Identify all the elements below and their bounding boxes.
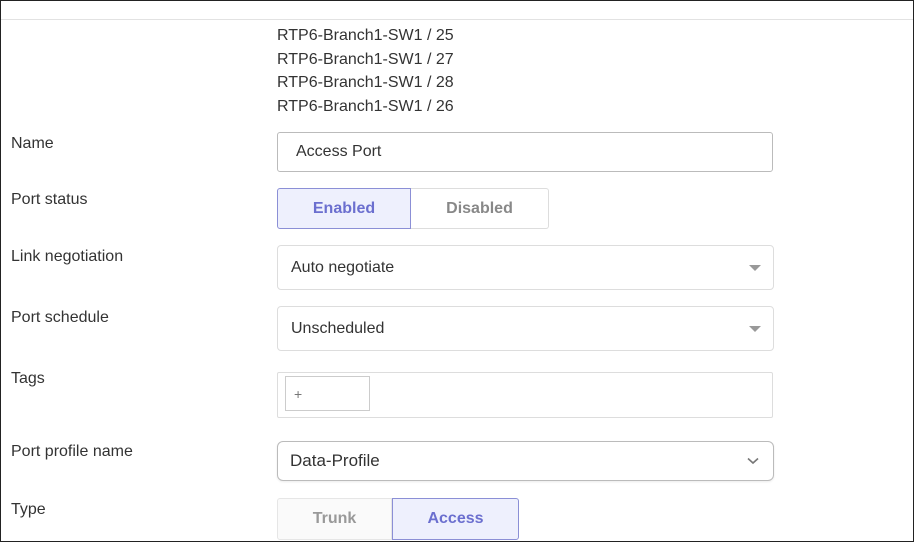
port-schedule-label: Port schedule [11, 309, 109, 326]
selected-ports-list: RTP6-Branch1-SW1 / 25 RTP6-Branch1-SW1 /… [277, 24, 454, 118]
tags-field[interactable]: + [277, 372, 773, 418]
port-config-form: RTP6-Branch1-SW1 / 25 RTP6-Branch1-SW1 /… [0, 0, 914, 542]
caret-down-icon [749, 325, 761, 332]
port-schedule-select[interactable]: Unscheduled [277, 306, 774, 351]
caret-down-icon [749, 264, 761, 271]
port-profile-value: Data-Profile [290, 451, 380, 470]
chevron-down-icon [747, 457, 759, 465]
tags-label: Tags [11, 370, 45, 387]
port-profile-label: Port profile name [11, 443, 133, 460]
top-bar [1, 1, 913, 20]
port-item: RTP6-Branch1-SW1 / 26 [277, 97, 454, 115]
access-button[interactable]: Access [392, 498, 519, 540]
trunk-button[interactable]: Trunk [277, 498, 392, 540]
plus-icon: + [294, 385, 303, 402]
port-status-toggle: Enabled Disabled [277, 188, 549, 229]
port-status-label: Port status [11, 191, 88, 208]
type-label: Type [11, 501, 46, 518]
port-schedule-value: Unscheduled [291, 319, 385, 337]
port-item: RTP6-Branch1-SW1 / 27 [277, 50, 454, 68]
name-input[interactable]: Access Port [277, 132, 773, 172]
enabled-button[interactable]: Enabled [277, 188, 411, 229]
disabled-button[interactable]: Disabled [411, 188, 549, 229]
link-negotiation-value: Auto negotiate [291, 258, 395, 276]
add-tag-input[interactable]: + [285, 376, 370, 411]
link-negotiation-label: Link negotiation [11, 248, 124, 265]
link-negotiation-select[interactable]: Auto negotiate [277, 245, 774, 290]
name-label: Name [11, 135, 54, 152]
type-toggle: Trunk Access [277, 498, 519, 540]
port-profile-select[interactable]: Data-Profile [277, 441, 774, 481]
port-item: RTP6-Branch1-SW1 / 25 [277, 27, 454, 44]
name-value: Access Port [296, 143, 382, 160]
port-item: RTP6-Branch1-SW1 / 28 [277, 74, 454, 91]
